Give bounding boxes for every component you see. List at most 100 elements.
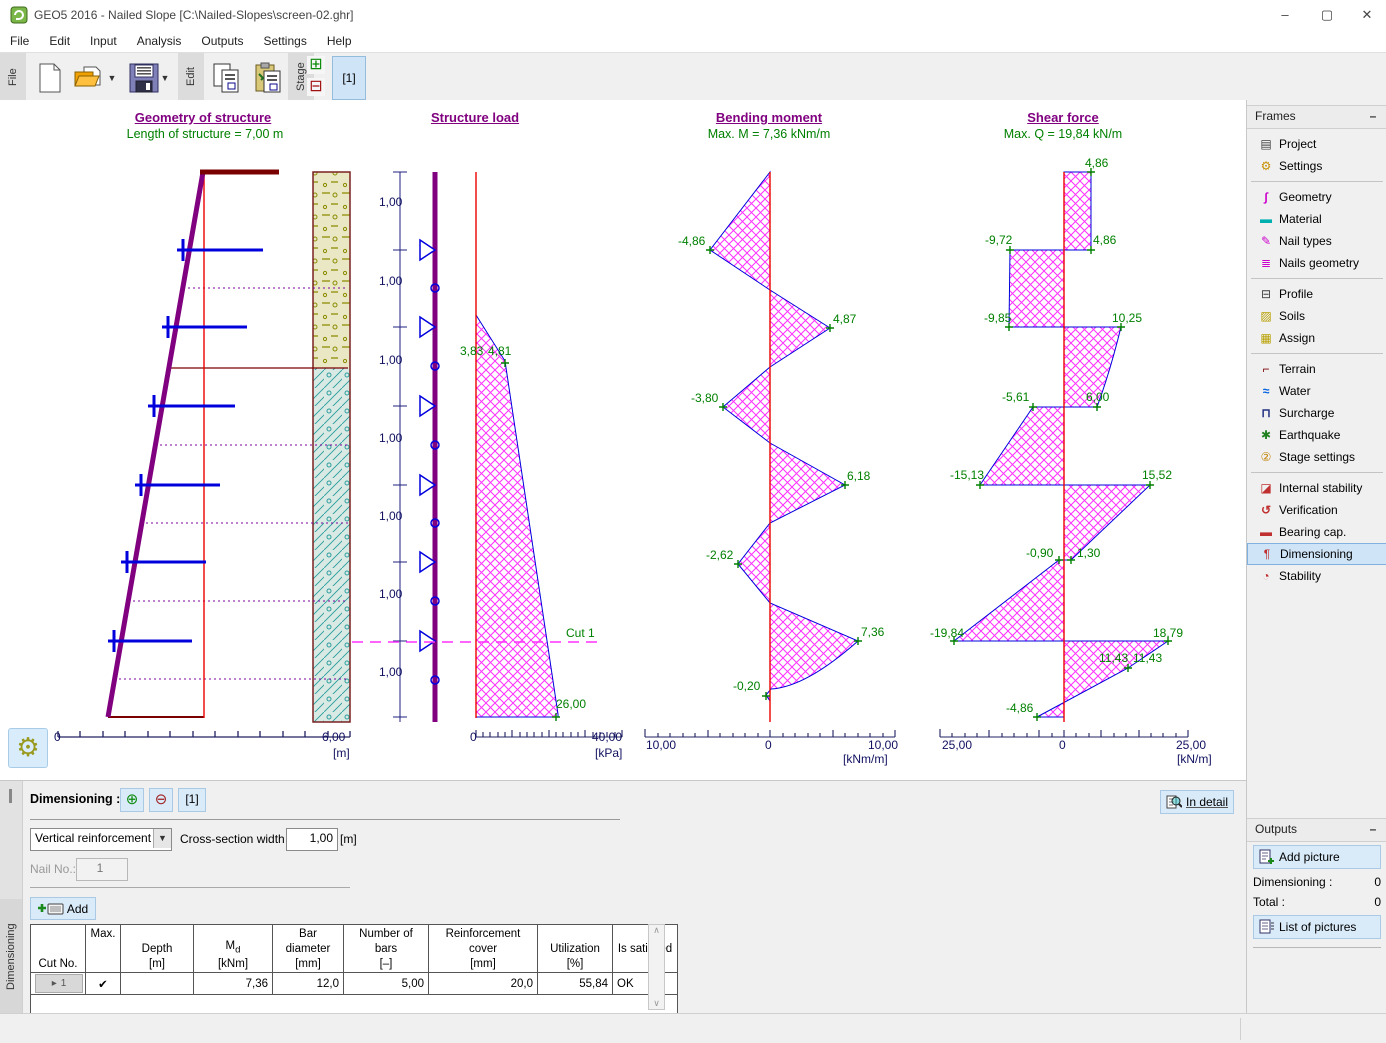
sidebar-item-label: Stability <box>1279 569 1321 583</box>
analysis-settings-button[interactable]: ⚙ <box>8 728 48 768</box>
scroll-up-icon[interactable]: ∧ <box>653 925 660 936</box>
add-dimensioning-button[interactable]: ⊕ <box>120 788 144 812</box>
axis-label: 25,00 <box>942 738 972 752</box>
paste-picture-button[interactable] <box>248 57 290 99</box>
add-picture-button[interactable]: Add picture <box>1253 845 1381 869</box>
reinforcement-cover-cell[interactable]: 20,0 <box>429 973 538 995</box>
maximize-button[interactable]: ▢ <box>1310 4 1344 26</box>
outputs-minimize-button[interactable]: – <box>1366 819 1380 839</box>
reinforcement-type-select[interactable]: Vertical reinforcement ▼ <box>30 828 172 851</box>
remove-dimensioning-button[interactable]: ⊖ <box>149 788 173 812</box>
menu-help[interactable]: Help <box>317 30 362 52</box>
combo-arrow-icon[interactable]: ▼ <box>153 829 171 848</box>
nail-no-input: 1 <box>76 858 128 881</box>
geometry-chart-subtitle: Length of structure = 7,00 m <box>127 127 284 141</box>
divider <box>1251 353 1383 354</box>
add-row-button[interactable]: Add <box>30 897 96 920</box>
shear-value-label: 1,30 <box>1077 546 1100 560</box>
internal-stability-icon: ◪ <box>1257 481 1275 495</box>
sidebar-item-label: Settings <box>1279 159 1322 173</box>
add-keyboard-icon <box>38 901 64 916</box>
remove-stage-button[interactable]: ⊟ <box>307 78 325 96</box>
shear-value-label: -15,13 <box>950 468 984 482</box>
table-scrollbar[interactable]: ∧ ∨ <box>648 924 665 1010</box>
sidebar-item-project[interactable]: ▤Project <box>1247 133 1386 155</box>
shear-value-label: 11,43 <box>1133 651 1162 665</box>
shear-value-label: -19,84 <box>930 626 964 640</box>
menu-settings[interactable]: Settings <box>253 30 316 52</box>
load-value-label: 4,81 <box>488 344 511 358</box>
number-of-bars-cell[interactable]: 5,00 <box>344 973 429 995</box>
sidebar-item-label: Assign <box>1279 331 1315 345</box>
close-button[interactable]: ✕ <box>1350 4 1384 26</box>
axis-label: 10,00 <box>646 738 676 752</box>
shear-value-label: -9,85 <box>984 311 1011 325</box>
max-check-cell[interactable]: ✔ <box>86 973 121 995</box>
sidebar-item-nail-types[interactable]: ✎Nail types <box>1247 230 1386 252</box>
md-cell[interactable]: 7,36 <box>194 973 273 995</box>
axis-label: 0 <box>54 730 61 744</box>
sidebar-item-dimensioning[interactable]: ¶Dimensioning <box>1247 543 1386 565</box>
menu-analysis[interactable]: Analysis <box>127 30 192 52</box>
sidebar-item-internal-stability[interactable]: ◪Internal stability <box>1247 477 1386 499</box>
save-dropdown-arrow[interactable]: ▼ <box>161 73 170 83</box>
sidebar-item-stability[interactable]: ◔Stability <box>1247 565 1386 587</box>
sidebar-item-terrain[interactable]: ⌐Terrain <box>1247 358 1386 380</box>
is-satisfied-cell[interactable]: OK <box>613 973 678 995</box>
sidebar-item-earthquake[interactable]: ✱Earthquake <box>1247 424 1386 446</box>
bar-diameter-cell[interactable]: 12,0 <box>273 973 344 995</box>
sidebar-item-material[interactable]: ▬Material <box>1247 208 1386 230</box>
water-icon: ≈ <box>1257 384 1275 398</box>
moment-polygon <box>710 172 858 722</box>
menu-file[interactable]: File <box>0 30 39 52</box>
minimize-button[interactable]: – <box>1268 4 1302 26</box>
open-file-button[interactable]: ▼ <box>70 57 120 99</box>
sidebar-item-bearing-cap[interactable]: ▬Bearing cap. <box>1247 521 1386 543</box>
terrain-icon: ⌐ <box>1257 362 1275 376</box>
divider <box>1253 947 1381 948</box>
frames-panel-header: Frames – <box>1247 105 1386 129</box>
depth-cell[interactable] <box>121 973 194 995</box>
file-toolbar-tab: File <box>0 53 26 101</box>
list-of-pictures-button[interactable]: List of pictures <box>1253 915 1381 939</box>
menu-input[interactable]: Input <box>80 30 127 52</box>
axis-label: 0 <box>765 738 772 752</box>
dimensioning-title: Dimensioning : <box>30 792 120 806</box>
copy-picture-button[interactable] <box>206 57 248 99</box>
row-header-cell[interactable]: ▸1 <box>31 973 86 995</box>
scroll-down-icon[interactable]: ∨ <box>653 998 660 1009</box>
table-row[interactable]: ▸1 ✔ 7,36 12,0 5,00 20,0 55,84 OK <box>31 973 678 995</box>
sidebar-item-soils[interactable]: ▨Soils <box>1247 305 1386 327</box>
sidebar-item-geometry[interactable]: ∫Geometry <box>1247 186 1386 208</box>
add-stage-button[interactable]: ⊞ <box>307 56 325 74</box>
main-toolbar: File ▼ ▼ Edit <box>0 52 1386 102</box>
sidebar-item-verification[interactable]: ↺Verification <box>1247 499 1386 521</box>
sidebar-item-assign[interactable]: ▦Assign <box>1247 327 1386 349</box>
utilization-cell[interactable]: 55,84 <box>538 973 613 995</box>
new-document-icon <box>38 63 62 93</box>
sidebar-item-profile[interactable]: ⊟Profile <box>1247 283 1386 305</box>
new-file-button[interactable] <box>32 57 68 99</box>
cross-section-width-input[interactable]: 1,00 <box>286 828 338 851</box>
in-detail-button[interactable]: In detail <box>1160 790 1234 814</box>
menu-edit[interactable]: Edit <box>39 30 80 52</box>
dimensioning-1-button[interactable]: [1] <box>178 788 206 812</box>
add-row-label: Add <box>67 902 88 916</box>
sidebar-item-stage-settings[interactable]: ②Stage settings <box>1247 446 1386 468</box>
menu-outputs[interactable]: Outputs <box>191 30 253 52</box>
sidebar-item-surcharge[interactable]: ⊓Surcharge <box>1247 402 1386 424</box>
sidebar-item-settings[interactable]: ⚙Settings <box>1247 155 1386 177</box>
charts-svg <box>0 100 1246 780</box>
sidebar-item-label: Soils <box>1279 309 1305 323</box>
sidebar-item-water[interactable]: ≈Water <box>1247 380 1386 402</box>
open-dropdown-arrow[interactable]: ▼ <box>108 73 117 83</box>
stage-1-button[interactable]: [1] <box>332 56 366 100</box>
dimensioning-side-tab[interactable]: Dimensioning <box>0 899 22 1014</box>
in-detail-icon <box>1166 794 1182 810</box>
frames-minimize-button[interactable]: – <box>1366 106 1380 126</box>
sidebar-item-nails-geometry[interactable]: ≣Nails geometry <box>1247 252 1386 274</box>
shear-value-label: 4,86 <box>1093 233 1116 247</box>
panel-collapse-handle[interactable] <box>9 789 12 803</box>
check-icon: ✔ <box>98 979 108 991</box>
save-file-button[interactable]: ▼ <box>124 57 174 99</box>
